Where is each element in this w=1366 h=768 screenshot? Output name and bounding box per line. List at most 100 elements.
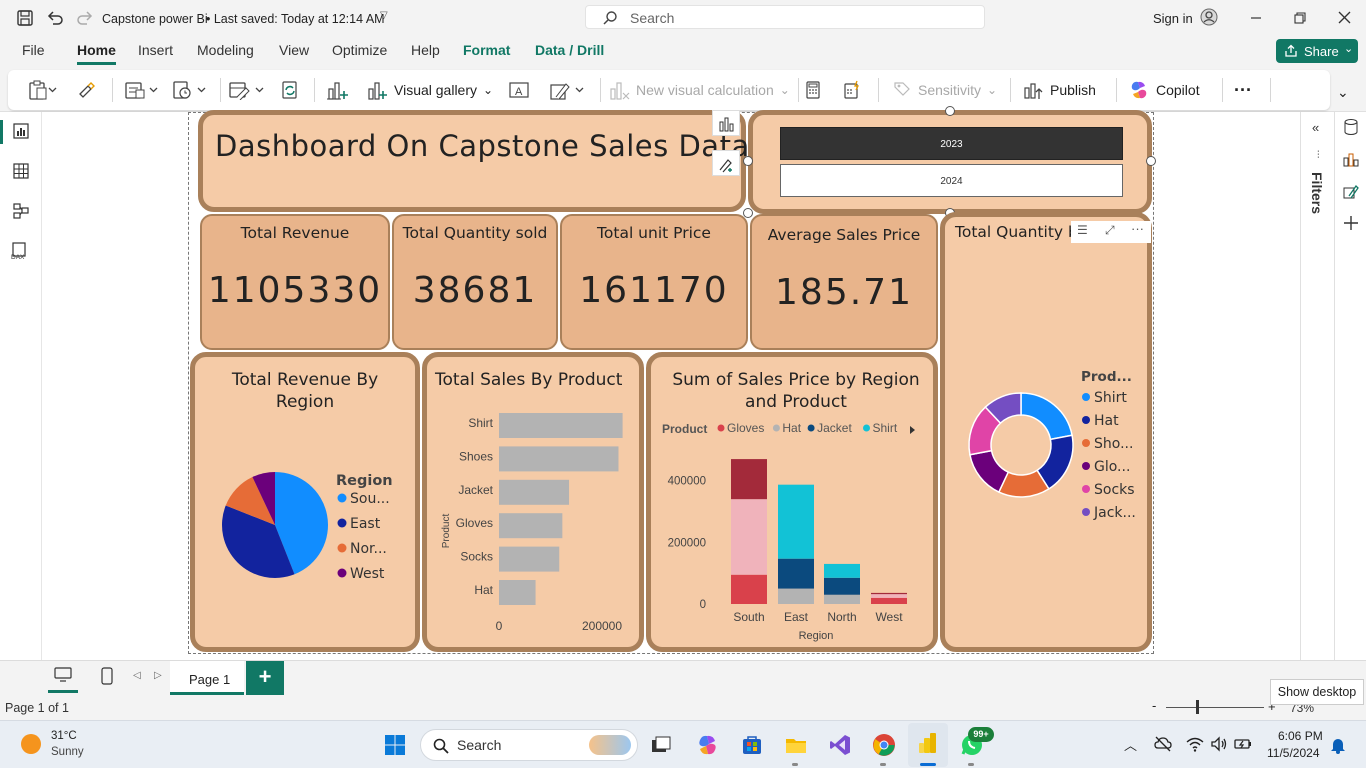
task-view-icon[interactable] — [650, 734, 672, 756]
paste-button[interactable] — [28, 70, 58, 110]
legend-item[interactable]: Sho... — [1094, 436, 1133, 452]
slicer-item-2024[interactable]: 2024 — [780, 164, 1123, 197]
stacked-bar-chart[interactable]: Product Gloves Hat Jacket Shirt 0 200000 4000… — [651, 413, 933, 647]
more-visuals-button[interactable] — [548, 70, 588, 110]
new-measure-button[interactable] — [804, 70, 822, 110]
kpi-total-unit-price[interactable]: Total unit Price 161170 — [560, 214, 748, 350]
bar-hat[interactable] — [499, 580, 536, 605]
minimize-icon[interactable] — [1250, 12, 1262, 24]
chrome-icon[interactable] — [872, 733, 896, 757]
zoom-slider-thumb[interactable] — [1196, 700, 1199, 714]
save-icon[interactable] — [16, 9, 34, 27]
region-pie-chart[interactable]: Region Sou... East Nor... West — [195, 457, 415, 597]
undo-icon[interactable] — [46, 9, 64, 27]
bar-gloves[interactable] — [499, 513, 563, 539]
stack-segment[interactable] — [778, 588, 814, 604]
resize-handle[interactable] — [945, 106, 955, 116]
format-painter-button[interactable] — [76, 70, 96, 110]
legend-item[interactable]: East — [350, 516, 381, 532]
collapse-ribbon-icon[interactable]: ⌄ — [1337, 84, 1349, 101]
legend-item[interactable]: Jack... — [1093, 505, 1136, 521]
sun-icon[interactable] — [21, 734, 41, 754]
file-explorer-icon[interactable] — [784, 733, 808, 757]
stack-segment[interactable] — [731, 459, 767, 500]
legend-item[interactable]: Sou... — [350, 491, 390, 507]
store-icon[interactable] — [740, 733, 764, 757]
tab-view[interactable]: View — [279, 42, 309, 58]
stack-segment[interactable] — [871, 597, 907, 604]
tab-format[interactable]: Format — [463, 42, 510, 58]
restore-icon[interactable] — [1294, 12, 1306, 24]
transform-data-button[interactable] — [228, 70, 266, 110]
redo-icon[interactable] — [76, 9, 94, 27]
resize-handle[interactable] — [743, 208, 753, 218]
kpi-total-revenue[interactable]: Total Revenue 1105330 — [200, 214, 390, 350]
recent-sources-button[interactable] — [172, 70, 208, 110]
tab-insert[interactable]: Insert — [138, 42, 173, 58]
text-box-button[interactable]: A — [508, 70, 530, 110]
revenue-by-region-card[interactable]: Total Revenue By Region Region Sou... Eas… — [190, 352, 420, 652]
add-page-button[interactable]: + — [246, 661, 284, 695]
publish-button[interactable]: Publish — [1022, 70, 1096, 110]
bar-jacket[interactable] — [499, 479, 570, 505]
visual-studio-icon[interactable] — [828, 733, 852, 757]
filters-pane[interactable]: « ⫶ Filters — [1300, 112, 1334, 660]
legend-item[interactable]: Jacket — [817, 421, 852, 435]
close-icon[interactable] — [1338, 11, 1351, 24]
legend-item[interactable]: Shirt — [1094, 390, 1127, 406]
visualizations-pane-icon[interactable] — [1342, 150, 1360, 168]
donut-chart[interactable]: Prod... Shirt Hat Sho... Glo... Socks Jack... — [945, 357, 1147, 527]
stack-segment[interactable] — [731, 574, 767, 604]
new-visual-button[interactable] — [326, 70, 348, 110]
chevron-down-icon[interactable]: ▽ — [380, 10, 388, 21]
tab-help[interactable]: Help — [411, 42, 440, 58]
tab-file[interactable]: File — [22, 42, 45, 58]
new-visual-calculation-button[interactable]: New visual calculation ⌄ — [608, 70, 790, 110]
legend-item[interactable]: Socks — [1094, 482, 1135, 498]
data-pane-icon[interactable] — [1342, 118, 1360, 136]
taskbar-search[interactable]: Search — [420, 729, 638, 761]
sales-by-region-product-card[interactable]: Sum of Sales Price by Region and Product… — [646, 352, 938, 652]
legend-item[interactable]: West — [350, 566, 385, 582]
report-view-icon[interactable] — [12, 122, 30, 140]
tab-modeling[interactable]: Modeling — [197, 42, 254, 58]
user-avatar-icon[interactable] — [1200, 8, 1218, 26]
bar-socks[interactable] — [499, 546, 560, 572]
refresh-button[interactable] — [280, 70, 300, 110]
power-bi-taskbar-item[interactable] — [908, 723, 948, 767]
legend-item[interactable]: Hat — [1094, 413, 1119, 429]
quick-measure-button[interactable] — [842, 70, 862, 110]
expand-filters-icon[interactable]: « — [1312, 120, 1319, 135]
zoom-out-button[interactable]: - — [1152, 698, 1156, 713]
resize-handle[interactable] — [743, 156, 753, 166]
page-next-icon[interactable]: ▷ — [154, 670, 162, 681]
share-button[interactable]: Share ⌄ — [1276, 39, 1358, 63]
sensitivity-button[interactable]: Sensitivity ⌄ — [892, 70, 997, 110]
stack-segment[interactable] — [871, 594, 907, 598]
volume-icon[interactable] — [1210, 736, 1228, 752]
legend-item[interactable]: Glo... — [1094, 459, 1130, 475]
focus-mode-icon[interactable]: ⤢ — [1105, 223, 1115, 238]
sales-by-product-card[interactable]: Total Sales By Product Product Shirt Shoe… — [422, 352, 644, 652]
tab-optimize[interactable]: Optimize — [332, 42, 387, 58]
tab-home[interactable]: Home — [77, 42, 116, 65]
windows-start-icon[interactable] — [384, 734, 406, 756]
legend-item[interactable]: Nor... — [350, 541, 387, 557]
legend-item[interactable]: Hat — [782, 421, 801, 435]
copilot-button[interactable]: Copilot — [1128, 70, 1200, 110]
table-view-icon[interactable] — [12, 162, 30, 180]
title-card[interactable]: Dashboard On Capstone Sales Data — [198, 110, 749, 212]
quantity-by-product-card[interactable]: Total Quantity b ☰ ⤢ ··· Prod... Shirt Ha… — [940, 212, 1152, 652]
model-view-icon[interactable] — [12, 202, 30, 220]
more-options-icon[interactable]: ··· — [1131, 221, 1144, 236]
format-pane-icon[interactable] — [1342, 182, 1360, 200]
stack-segment[interactable] — [824, 577, 860, 595]
stack-segment[interactable] — [824, 594, 860, 604]
slicer-item-2023[interactable]: 2023 — [780, 127, 1123, 160]
stack-segment[interactable] — [871, 592, 907, 595]
kpi-total-quantity-sold[interactable]: Total Quantity sold 38681 — [392, 214, 558, 350]
search-box[interactable]: Search — [585, 5, 985, 29]
cloud-offline-icon[interactable] — [1154, 736, 1172, 752]
copilot-app-icon[interactable] — [695, 733, 719, 757]
stack-segment[interactable] — [731, 499, 767, 575]
